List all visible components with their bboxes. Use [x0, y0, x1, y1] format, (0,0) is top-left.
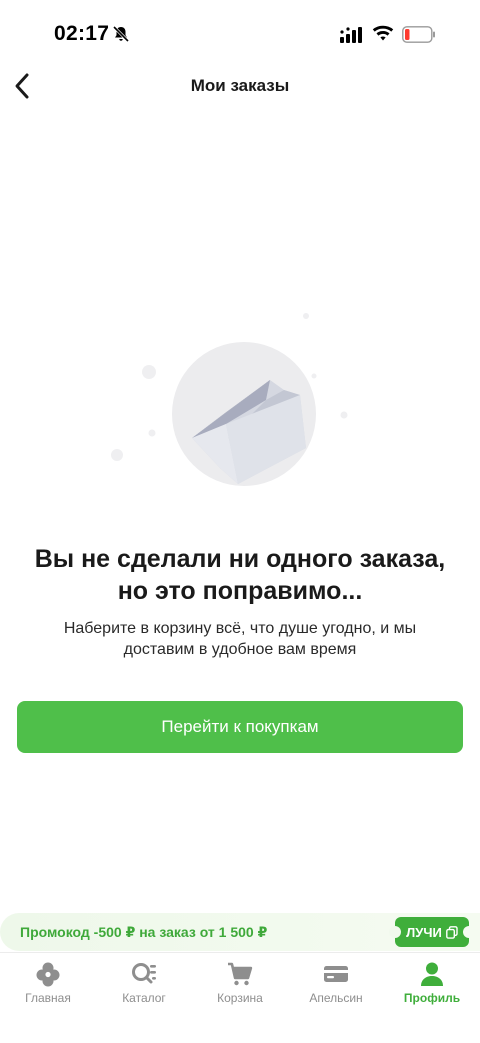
tab-label-cart: Корзина	[217, 991, 263, 1005]
status-time: 02:17	[54, 22, 110, 45]
tab-cart[interactable]: Корзина	[192, 953, 288, 1043]
copy-icon	[445, 925, 458, 939]
tab-label-profile: Профиль	[403, 991, 461, 1005]
bottom-tab-bar: Главная Каталог Корзина Апельсин Профиль	[0, 952, 480, 1043]
tab-home[interactable]: Главная	[0, 953, 96, 1043]
card-icon	[324, 966, 348, 982]
tab-label-card: Апельсин	[309, 991, 363, 1005]
go-shopping-button[interactable]: Перейти к покупкам	[17, 701, 463, 753]
page-title: Мои заказы	[190, 76, 290, 95]
wifi-icon	[372, 25, 394, 41]
bell-off-icon	[112, 25, 130, 43]
promo-code-button[interactable]: ЛУЧИ	[389, 917, 475, 947]
home-icon	[36, 962, 60, 987]
signal-icon	[340, 27, 362, 43]
cart-icon	[228, 962, 253, 986]
tab-catalog[interactable]: Каталог	[96, 953, 192, 1043]
promo-text: Промокод -500 ₽ на заказ от 1 500 ₽	[20, 924, 268, 940]
empty-state-heading: Вы не сделали ни одного заказа, но это п…	[34, 545, 446, 605]
tab-profile[interactable]: Профиль	[384, 953, 480, 1043]
tab-card[interactable]: Апельсин	[288, 953, 384, 1043]
battery-low-icon	[402, 26, 435, 43]
promo-code-label: ЛУЧИ	[406, 924, 442, 940]
header: Мои заказы	[0, 60, 480, 112]
tab-label-catalog: Каталог	[122, 991, 166, 1005]
profile-icon	[421, 962, 443, 986]
tab-label-home: Главная	[25, 991, 71, 1005]
catalog-icon	[132, 963, 156, 984]
promo-banner[interactable]: Промокод -500 ₽ на заказ от 1 500 ₽ ЛУЧИ	[0, 913, 480, 951]
empty-box-illustration	[111, 313, 348, 486]
empty-state-subtext: Наберите в корзину всё, что душе угодно,…	[63, 620, 417, 658]
